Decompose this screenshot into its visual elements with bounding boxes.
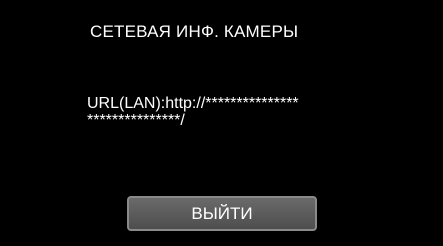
lan-url-line-1: URL(LAN):http://*************** [87, 95, 299, 112]
camera-network-info-screen: СЕТЕВАЯ ИНФ. КАМЕРЫ URL(LAN):http://****… [0, 0, 443, 246]
exit-button[interactable]: ВЫЙТИ [127, 196, 317, 231]
lan-url-info: URL(LAN):http://*************** ********… [87, 95, 299, 129]
screen-title: СЕТЕВАЯ ИНФ. КАМЕРЫ [90, 22, 299, 41]
lan-url-line-2: ***************/ [87, 112, 185, 129]
